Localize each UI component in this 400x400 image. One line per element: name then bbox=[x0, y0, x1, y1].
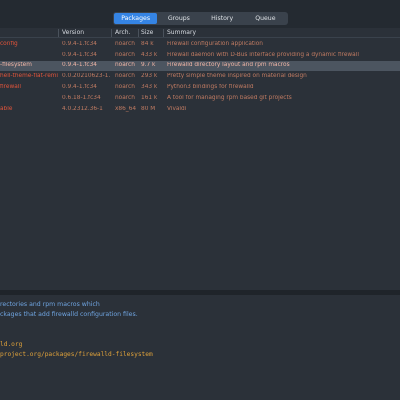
table-header: Version Arch. Size Summary bbox=[0, 28, 400, 38]
package-summary: Vivaldi bbox=[167, 105, 187, 112]
package-summary: Firewall configuration application bbox=[167, 40, 263, 47]
package-arch: noarch bbox=[115, 40, 135, 47]
package-version: 0.9.4-1.fc34 bbox=[62, 62, 97, 69]
column-header-size[interactable]: Size bbox=[141, 29, 153, 36]
package-size: 84 k bbox=[141, 40, 154, 47]
package-size: 80 M bbox=[141, 105, 156, 112]
package-size: 293 k bbox=[141, 73, 158, 80]
package-arch: noarch bbox=[115, 51, 135, 58]
description-line: ckages that add firewalld configuration … bbox=[0, 311, 138, 318]
url-link[interactable]: project.org/packages/firewalld-filesyste… bbox=[0, 351, 153, 358]
view-switcher: Packages Groups History Queue bbox=[113, 12, 288, 25]
column-separator[interactable] bbox=[111, 29, 112, 37]
table-row[interactable]: 0.6.18-1.fc34 noarch 161 k A tool for ma… bbox=[0, 93, 400, 104]
url-link[interactable]: ld.org bbox=[0, 341, 22, 348]
column-header-summary[interactable]: Summary bbox=[167, 29, 196, 36]
package-size: 161 k bbox=[141, 94, 158, 101]
package-list-pane: Version Arch. Size Summary config 0.9.4-… bbox=[0, 28, 400, 290]
package-name: able bbox=[0, 105, 13, 112]
description-line: rectories and rpm macros which bbox=[0, 301, 100, 308]
package-summary: Pretty simple theme inspired on material… bbox=[167, 73, 307, 80]
package-size: 343 k bbox=[141, 83, 158, 90]
table-row[interactable]: config 0.9.4-1.fc34 noarch 84 k Firewall… bbox=[0, 39, 400, 50]
package-name: -filesystem bbox=[0, 62, 32, 69]
column-separator[interactable] bbox=[163, 29, 164, 37]
package-summary: Firewalld directory layout and rpm macro… bbox=[167, 62, 290, 69]
column-header-version[interactable]: Version bbox=[62, 29, 84, 36]
package-version: 0.9.4-1.fc34 bbox=[62, 40, 97, 47]
package-info-pane: rectories and rpm macros which ckages th… bbox=[0, 295, 400, 400]
package-arch: noarch bbox=[115, 62, 135, 69]
package-summary: A tool for managing rpm based git projec… bbox=[167, 94, 292, 101]
package-arch: x86_64 bbox=[115, 105, 137, 112]
column-header-arch[interactable]: Arch. bbox=[115, 29, 130, 36]
table-row[interactable]: 0.9.4-1.fc34 noarch 433 k Firewall daemo… bbox=[0, 50, 400, 61]
column-separator[interactable] bbox=[58, 29, 59, 37]
table-row-selected[interactable]: -filesystem 0.9.4-1.fc34 noarch 9.7 k Fi… bbox=[0, 60, 400, 72]
package-version: 0.0.20210623-1.fc bbox=[62, 73, 110, 80]
package-version: 0.9.4-1.fc34 bbox=[62, 51, 97, 58]
table-row[interactable]: firewall 0.9.4-1.fc34 noarch 343 k Pytho… bbox=[0, 82, 400, 93]
package-summary: Firewall daemon with D-Bus interface pro… bbox=[167, 51, 359, 58]
package-summary: Python3 bindings for firewalld bbox=[167, 83, 254, 90]
table-row[interactable]: hell-theme-flat-remi 0.0.20210623-1.fc n… bbox=[0, 71, 400, 82]
package-name: hell-theme-flat-remi bbox=[0, 73, 59, 80]
package-version: 4.0.2312.36-1 bbox=[62, 105, 103, 112]
package-name: firewall bbox=[0, 83, 21, 90]
package-arch: noarch bbox=[115, 83, 135, 90]
package-rows: config 0.9.4-1.fc34 noarch 84 k Firewall… bbox=[0, 39, 400, 115]
package-size: 9.7 k bbox=[141, 62, 156, 69]
package-version: 0.6.18-1.fc34 bbox=[62, 94, 101, 101]
package-name: config bbox=[0, 40, 18, 47]
package-version: 0.9.4-1.fc34 bbox=[62, 83, 97, 90]
tab-history[interactable]: History bbox=[201, 13, 244, 24]
tab-packages[interactable]: Packages bbox=[114, 13, 158, 24]
tab-groups[interactable]: Groups bbox=[157, 13, 200, 24]
package-arch: noarch bbox=[115, 73, 135, 80]
table-row[interactable]: able 4.0.2312.36-1 x86_64 80 M Vivaldi bbox=[0, 104, 400, 115]
package-arch: noarch bbox=[115, 94, 135, 101]
column-separator[interactable] bbox=[138, 29, 139, 37]
package-size: 433 k bbox=[141, 51, 158, 58]
top-bar: Packages Groups History Queue bbox=[0, 0, 400, 28]
tab-queue[interactable]: Queue bbox=[244, 13, 287, 24]
